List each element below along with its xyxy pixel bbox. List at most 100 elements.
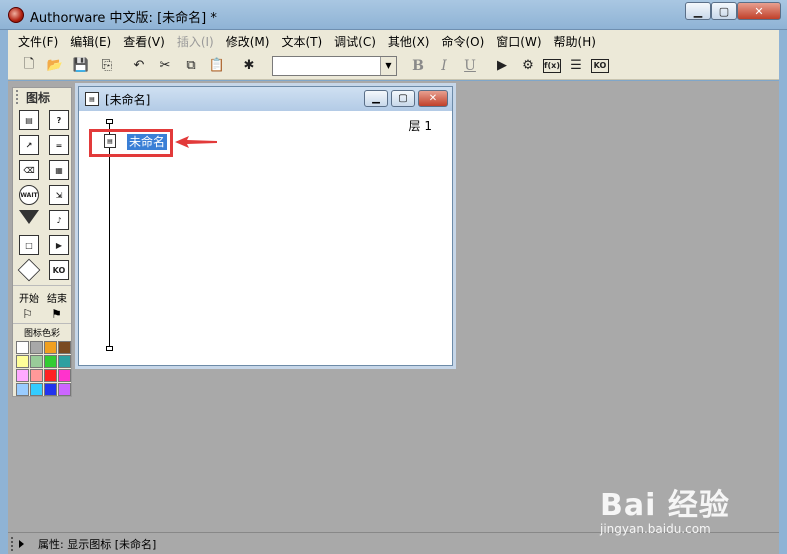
run-icon[interactable]: ▶ bbox=[491, 55, 513, 77]
map-icon[interactable] bbox=[17, 258, 41, 282]
framework-icon[interactable]: □ bbox=[19, 235, 39, 255]
grip-icon[interactable] bbox=[16, 90, 22, 104]
flowline-window-icon: ▤ bbox=[85, 92, 99, 106]
flowline-icon-name[interactable]: 未命名 bbox=[127, 134, 168, 150]
menu-command[interactable]: 命令(O) bbox=[435, 33, 490, 50]
layer-label: 层 1 bbox=[408, 119, 432, 133]
menu-modify[interactable]: 修改(M) bbox=[220, 33, 276, 50]
digital-movie-icon[interactable]: ▦ bbox=[49, 160, 69, 180]
knowledge-object-icon[interactable]: KO bbox=[49, 260, 69, 280]
navigate-icon[interactable]: ⇲ bbox=[49, 185, 69, 205]
title-bar: Authorware 中文版: [未命名] * ▁ ▢ ✕ bbox=[0, 0, 787, 30]
color-swatch[interactable] bbox=[58, 341, 71, 354]
display-icon[interactable]: ▤ bbox=[19, 110, 39, 130]
baidu-watermark: Bai 经验 jingyan.baidu.com bbox=[600, 480, 780, 538]
child-close-button[interactable]: ✕ bbox=[418, 90, 448, 107]
color-swatch[interactable] bbox=[16, 355, 29, 368]
menu-insert[interactable]: 插入(I) bbox=[171, 33, 220, 50]
color-swatch[interactable] bbox=[30, 383, 43, 396]
icon-color-label: 图标色彩 bbox=[13, 323, 71, 339]
flag-labels: 开始 结束 bbox=[13, 285, 71, 305]
color-swatch[interactable] bbox=[30, 355, 43, 368]
erase-icon[interactable]: ⌫ bbox=[19, 160, 39, 180]
child-minimize-button[interactable]: ▁ bbox=[364, 90, 388, 107]
color-swatch[interactable] bbox=[30, 369, 43, 382]
child-maximize-button[interactable]: ▢ bbox=[391, 90, 415, 107]
close-button[interactable]: ✕ bbox=[737, 2, 781, 20]
menu-file[interactable]: 文件(F) bbox=[12, 33, 64, 50]
flowline-window-titlebar[interactable]: ▤ [未命名] ▁ ▢ ✕ bbox=[79, 87, 452, 111]
menu-debug[interactable]: 调试(C) bbox=[328, 33, 382, 50]
find-icon[interactable]: ✱ bbox=[238, 55, 260, 77]
decision-icon[interactable] bbox=[19, 210, 39, 224]
end-flag-label: 结束 bbox=[47, 294, 67, 305]
color-swatch[interactable] bbox=[44, 341, 57, 354]
undo-icon[interactable]: ↶ bbox=[128, 55, 150, 77]
sound-icon[interactable]: ♪ bbox=[49, 210, 69, 230]
flag-row: ⚐ ⚑ bbox=[13, 305, 71, 323]
open-folder-icon[interactable]: 📂 bbox=[44, 55, 66, 77]
flowline-start-handle[interactable] bbox=[106, 119, 113, 124]
color-swatch[interactable] bbox=[58, 355, 71, 368]
color-swatch[interactable] bbox=[44, 355, 57, 368]
bold-button[interactable]: B bbox=[407, 55, 429, 77]
video-icon[interactable]: ▶ bbox=[49, 235, 69, 255]
authorware-app-icon[interactable] bbox=[8, 7, 24, 23]
color-swatch[interactable] bbox=[58, 369, 71, 382]
menu-text[interactable]: 文本(T) bbox=[275, 33, 328, 50]
workspace: 图标 ▤ ? ↗ = ⌫ ▦ WAIT ⇲ ♪ □ ▶ KO 开始 结束 ⚐ ⚑… bbox=[8, 81, 779, 532]
palette-header[interactable]: 图标 bbox=[13, 88, 71, 106]
color-swatch[interactable] bbox=[44, 369, 57, 382]
status-grip-icon[interactable] bbox=[11, 536, 16, 551]
interaction-icon[interactable]: ? bbox=[49, 110, 69, 130]
start-flag-icon[interactable]: ⚐ bbox=[22, 307, 33, 321]
flowline-window-controls: ▁ ▢ ✕ bbox=[361, 90, 448, 107]
minimize-button[interactable]: ▁ bbox=[685, 2, 711, 20]
font-style-combo[interactable]: ▼ bbox=[272, 55, 397, 76]
window-frame-right bbox=[779, 30, 787, 554]
copy-icon[interactable]: ⧉ bbox=[180, 55, 202, 77]
flowline-canvas[interactable]: 层 1 ▤ 未命名 bbox=[79, 111, 452, 365]
italic-button[interactable]: I bbox=[433, 55, 455, 77]
control-panel-icon[interactable]: ⚙ bbox=[517, 55, 539, 77]
motion-icon[interactable]: ↗ bbox=[19, 135, 39, 155]
icon-grid: ▤ ? ↗ = ⌫ ▦ WAIT ⇲ ♪ □ ▶ KO bbox=[13, 106, 71, 282]
expand-properties-icon[interactable] bbox=[19, 539, 24, 548]
functions-button[interactable]: f(x) bbox=[543, 58, 561, 73]
save-all-icon[interactable]: 💾 bbox=[70, 55, 92, 77]
start-flag-label: 开始 bbox=[19, 294, 39, 305]
end-flag-icon[interactable]: ⚑ bbox=[51, 307, 62, 321]
menu-help[interactable]: 帮助(H) bbox=[548, 33, 602, 50]
menu-view[interactable]: 查看(V) bbox=[117, 33, 171, 50]
cut-icon[interactable]: ✂ bbox=[154, 55, 176, 77]
underline-button[interactable]: U bbox=[459, 55, 481, 77]
color-swatch[interactable] bbox=[16, 383, 29, 396]
menu-edit[interactable]: 编辑(E) bbox=[64, 33, 117, 50]
color-swatch[interactable] bbox=[16, 341, 29, 354]
menu-bar: 文件(F) 编辑(E) 查看(V) 插入(I) 修改(M) 文本(T) 调试(C… bbox=[8, 30, 779, 52]
import-icon[interactable]: ⎘ bbox=[96, 55, 118, 77]
color-swatch[interactable] bbox=[58, 383, 71, 396]
color-swatch[interactable] bbox=[16, 369, 29, 382]
flowline-end-handle[interactable] bbox=[106, 346, 113, 351]
wait-icon[interactable]: WAIT bbox=[19, 185, 39, 205]
knowledge-objects-button[interactable]: KO bbox=[591, 58, 609, 73]
variables-icon[interactable]: ☰ bbox=[565, 55, 587, 77]
chevron-down-icon[interactable]: ▼ bbox=[380, 56, 396, 75]
calculation-icon[interactable]: = bbox=[49, 135, 69, 155]
paste-icon[interactable]: 📋 bbox=[206, 55, 228, 77]
red-arrow-annotation bbox=[175, 136, 217, 148]
flowline-window-title: [未命名] bbox=[105, 92, 151, 107]
new-file-icon[interactable]: 🗋 bbox=[18, 55, 40, 77]
maximize-button[interactable]: ▢ bbox=[711, 2, 737, 20]
menu-other[interactable]: 其他(X) bbox=[382, 33, 436, 50]
flowline-window: ▤ [未命名] ▁ ▢ ✕ 层 1 ▤ 未命名 bbox=[78, 86, 453, 366]
icon-palette: 图标 ▤ ? ↗ = ⌫ ▦ WAIT ⇲ ♪ □ ▶ KO 开始 结束 ⚐ ⚑… bbox=[12, 87, 72, 397]
color-swatch[interactable] bbox=[44, 383, 57, 396]
display-icon-on-flowline[interactable]: ▤ bbox=[104, 134, 116, 148]
window-title: Authorware 中文版: [未命名] * bbox=[30, 11, 217, 26]
palette-title: 图标 bbox=[26, 90, 51, 105]
menu-window[interactable]: 窗口(W) bbox=[490, 33, 547, 50]
color-swatch[interactable] bbox=[30, 341, 43, 354]
toolbar: 🗋 📂 💾 ⎘ ↶ ✂ ⧉ 📋 ✱ ▼ B I U ▶ ⚙ f(x) ☰ KO bbox=[8, 52, 779, 80]
